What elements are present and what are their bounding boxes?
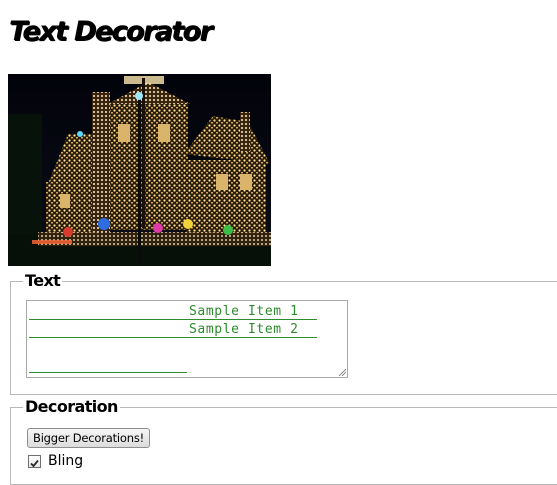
holiday-house-image <box>8 74 271 266</box>
bling-checkbox[interactable] <box>28 455 41 468</box>
resize-grip-icon[interactable] <box>338 368 346 376</box>
text-line-content: Sample Item 2 <box>189 322 299 337</box>
text-line: Sample Item 2 <box>29 323 317 338</box>
checkmark-icon <box>30 459 39 468</box>
text-input-area[interactable]: Sample Item 1 Sample Item 2 <box>26 300 348 378</box>
decoration-legend: Decoration <box>25 397 118 416</box>
bling-label[interactable]: Bling <box>48 453 83 470</box>
text-line <box>29 358 187 373</box>
page-title: Text Decorator <box>9 16 213 47</box>
text-legend: Text <box>25 271 61 290</box>
text-line-content: Sample Item 1 <box>189 304 299 319</box>
bigger-decorations-button[interactable]: Bigger Decorations! <box>27 428 151 448</box>
hero-image <box>8 74 271 266</box>
text-line: Sample Item 1 <box>29 305 317 320</box>
